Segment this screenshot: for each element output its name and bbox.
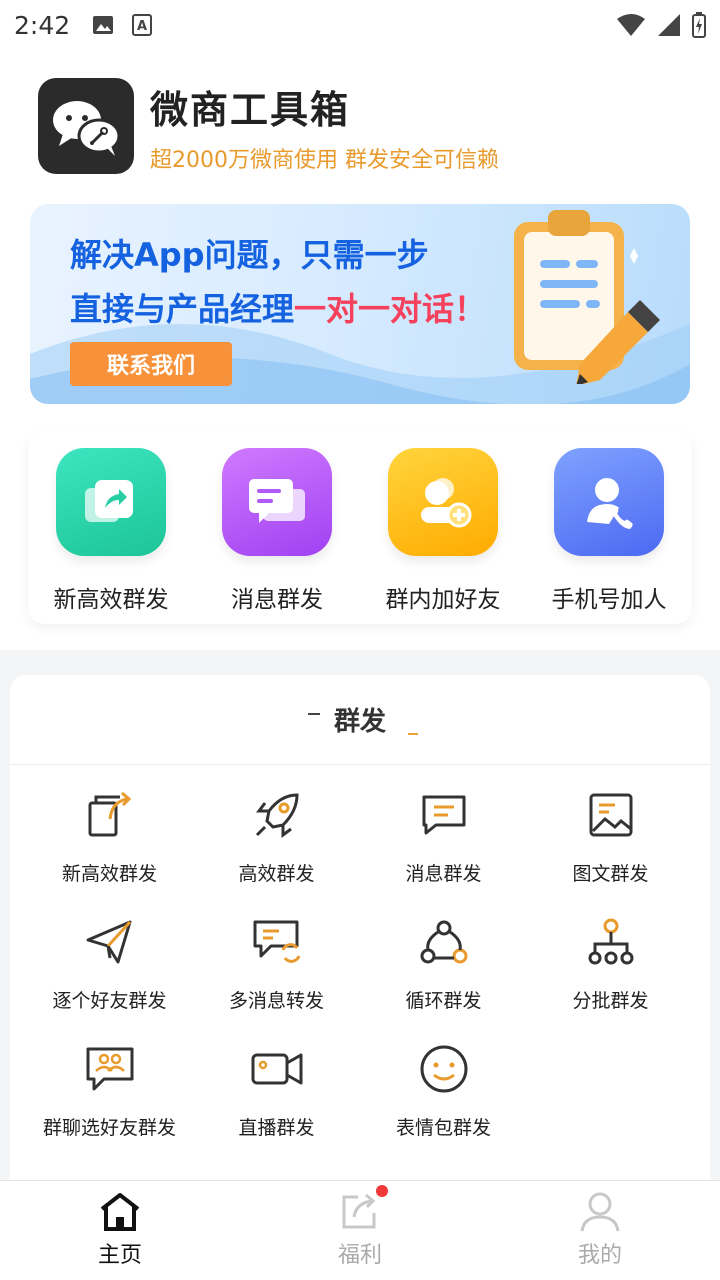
hierarchy-icon [588, 918, 633, 965]
grid-item-label: 消息群发 [405, 863, 482, 885]
share-square-icon [85, 480, 133, 522]
phone-contact-icon [587, 478, 633, 529]
notification-badge [376, 1185, 388, 1197]
bottom-tab-bar: 主页 福利 我的 [0, 1180, 720, 1280]
grid-item-live-broadcast[interactable]: 直播群发 [193, 1039, 360, 1140]
signal-icon [658, 14, 680, 36]
grid-item-cycle-broadcast[interactable]: 循环群发 [360, 912, 527, 1013]
tab-label: 我的 [577, 1243, 622, 1268]
tab-home[interactable]: 主页 [0, 1181, 240, 1280]
quick-icon-bg [222, 448, 332, 556]
broadcast-section: 群发 新高效群发 高效群发 消息群发 图文群发 逐个好友群发 多消息转发 循环群… [10, 675, 710, 1195]
gallery-icon [93, 16, 114, 34]
group-chat-icon [86, 1047, 133, 1091]
group-add-icon [421, 478, 472, 528]
status-bar: 2:42 A [0, 0, 720, 50]
grid-item-label: 分批群发 [572, 990, 649, 1012]
clipboard-pencil-icon [514, 210, 660, 384]
grid-item-label: 高效群发 [238, 863, 315, 885]
broadcast-grid: 新高效群发 高效群发 消息群发 图文群发 逐个好友群发 多消息转发 循环群发 分… [26, 785, 694, 1140]
tab-label: 主页 [97, 1243, 142, 1268]
grid-item-batch-broadcast[interactable]: 分批群发 [527, 912, 694, 1013]
grid-item-image-text-broadcast[interactable]: 图文群发 [527, 785, 694, 886]
quick-action-new-efficient-broadcast[interactable]: 新高效群发 [28, 430, 194, 624]
message-icon [249, 479, 305, 523]
quick-icon-bg [388, 448, 498, 556]
grid-item-label: 表情包群发 [395, 1117, 491, 1139]
app-subtitle: 超2000万微商使用 群发安全可信赖 [150, 147, 499, 173]
banner-subheadline: 直接与产品经理一对一对话！ [70, 290, 487, 328]
grid-item-label: 新高效群发 [61, 863, 157, 885]
grid-item-label: 逐个好友群发 [52, 990, 167, 1012]
quick-action-group-add-friend[interactable]: 群内加好友 [360, 430, 526, 624]
contact-us-button[interactable]: 联系我们 [70, 342, 232, 386]
quick-action-message-broadcast[interactable]: 消息群发 [194, 430, 360, 624]
home-icon [100, 1193, 140, 1231]
quick-action-label: 消息群发 [231, 587, 323, 613]
section-header: 群发 [10, 675, 710, 765]
quick-icon-bg [56, 448, 166, 556]
grid-item-message-broadcast[interactable]: 消息群发 [360, 785, 527, 886]
app-header: 微商工具箱 超2000万微商使用 群发安全可信赖 [38, 78, 499, 174]
rocket-icon [255, 793, 299, 838]
tab-label: 福利 [337, 1243, 382, 1268]
banner-headline: 解决App问题，只需一步 [70, 236, 429, 274]
grid-item-label: 多消息转发 [228, 990, 324, 1012]
tab-welfare[interactable]: 福利 [240, 1181, 480, 1280]
grid-item-label: 图文群发 [572, 863, 649, 885]
top-panel: 微商工具箱 超2000万微商使用 群发安全可信赖 解决App问题，只需一步 直接… [0, 50, 720, 650]
section-title: 群发 [333, 707, 386, 737]
grid-item-new-efficient-broadcast[interactable]: 新高效群发 [26, 785, 193, 886]
wechat-tools-icon [53, 101, 121, 156]
chat-refresh-icon [253, 920, 300, 963]
quick-icon-bg [554, 448, 664, 556]
quick-action-label: 手机号加人 [551, 587, 667, 613]
paper-plane-icon [86, 920, 131, 964]
quick-action-label: 新高效群发 [53, 587, 169, 613]
image-icon [589, 793, 632, 837]
quick-action-phone-add[interactable]: 手机号加人 [526, 430, 692, 624]
chat-bubble-icon [422, 795, 465, 835]
share-icon [342, 1193, 376, 1229]
battery-icon [692, 12, 706, 38]
contact-banner[interactable]: 解决App问题，只需一步 直接与产品经理一对一对话！ 联系我们 [30, 204, 690, 404]
title-dash-left [308, 713, 320, 715]
quick-action-label: 群内加好友 [385, 587, 501, 613]
grid-item-label: 循环群发 [405, 990, 482, 1012]
grid-item-efficient-broadcast[interactable]: 高效群发 [193, 785, 360, 886]
app-logo [38, 78, 134, 174]
grid-item-label: 直播群发 [238, 1117, 315, 1139]
copy-share-icon [88, 791, 131, 837]
wifi-icon [617, 14, 645, 36]
grid-item-one-by-one-broadcast[interactable]: 逐个好友群发 [26, 912, 193, 1013]
status-time: 2:42 [14, 10, 71, 40]
cycle-icon [420, 920, 467, 964]
grid-item-multi-message-forward[interactable]: 多消息转发 [193, 912, 360, 1013]
app-title: 微商工具箱 [150, 87, 351, 132]
tab-mine[interactable]: 我的 [480, 1181, 720, 1280]
user-icon [580, 1192, 620, 1232]
title-dash-right [408, 733, 418, 735]
svg-text:A: A [137, 19, 147, 34]
grid-item-label: 群聊选好友群发 [42, 1117, 176, 1139]
quick-actions-card: 新高效群发 消息群发 群内加好友 手机号加人 [28, 430, 692, 624]
video-camera-icon [251, 1053, 302, 1085]
grid-item-sticker-broadcast[interactable]: 表情包群发 [360, 1039, 527, 1140]
banner-highlight: 一对一对话！ [294, 290, 487, 328]
font-icon: A [132, 14, 153, 36]
grid-item-group-chat-select-broadcast[interactable]: 群聊选好友群发 [26, 1039, 193, 1140]
smile-icon [420, 1045, 467, 1093]
